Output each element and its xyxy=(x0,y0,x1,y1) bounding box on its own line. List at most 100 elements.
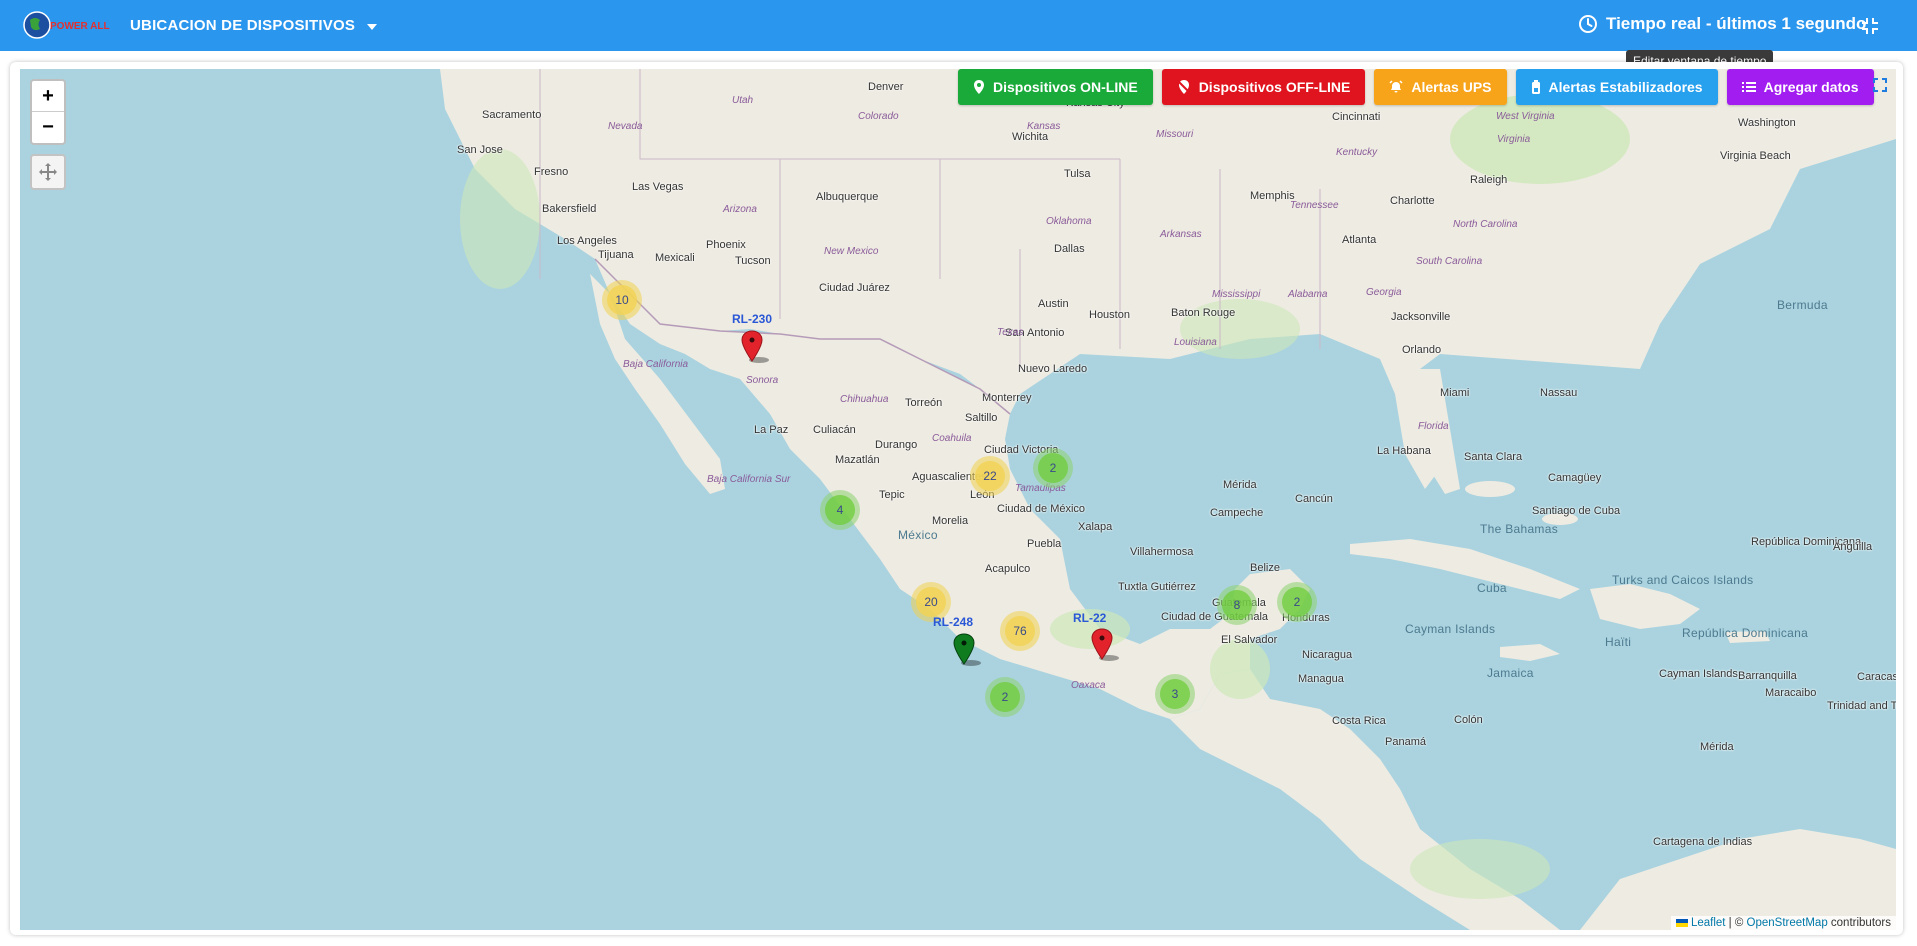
device-marker-label: RL-22 xyxy=(1073,611,1107,625)
city-label: Mérida xyxy=(1700,741,1734,753)
city-label: Cayman Islands xyxy=(1659,668,1738,680)
state-label: Colorado xyxy=(858,111,899,122)
zoom-in-button[interactable]: + xyxy=(32,81,64,111)
page-title-dropdown[interactable]: UBICACION DE DISPOSITIVOS xyxy=(130,17,378,34)
device-cluster[interactable]: 4 xyxy=(820,490,860,530)
exit-fullscreen-button[interactable] xyxy=(1858,14,1882,38)
city-label: Houston xyxy=(1089,309,1130,321)
openstreetmap-link[interactable]: OpenStreetMap xyxy=(1747,917,1828,929)
state-label: Utah xyxy=(732,95,754,106)
city-label: Miami xyxy=(1440,387,1470,399)
state-label: Louisiana xyxy=(1174,337,1217,348)
device-cluster[interactable]: 76 xyxy=(1000,611,1040,651)
country-label: Cuba xyxy=(1477,581,1507,595)
fullscreen-button[interactable] xyxy=(1872,77,1888,93)
city-label: Santiago de Cuba xyxy=(1532,505,1621,517)
collapse-icon xyxy=(1862,18,1878,34)
map-pin-off-icon xyxy=(1176,80,1191,94)
device-cluster[interactable]: 10 xyxy=(602,280,642,320)
city-label: Phoenix xyxy=(706,239,746,251)
device-cluster[interactable]: 22 xyxy=(970,456,1010,496)
city-label: Puebla xyxy=(1027,538,1062,550)
country-label: Jamaica xyxy=(1487,666,1534,680)
city-label: Villahermosa xyxy=(1130,546,1194,558)
leaflet-link[interactable]: Leaflet xyxy=(1691,917,1726,929)
city-label: Nuevo Laredo xyxy=(1018,363,1088,375)
battery-icon xyxy=(1531,80,1540,94)
device-cluster[interactable]: 2 xyxy=(1033,448,1073,488)
city-label: Sacramento xyxy=(482,109,542,121)
clock-icon xyxy=(1579,15,1597,33)
time-window-picker[interactable]: Tiempo real - últimos 1 segundo xyxy=(1578,14,1866,34)
city-label: Durango xyxy=(875,439,918,451)
add-data-button[interactable]: Agregar datos xyxy=(1726,69,1874,105)
city-label: Tepic xyxy=(879,489,905,501)
city-label: Baton Rouge xyxy=(1171,307,1236,319)
device-cluster[interactable]: 8 xyxy=(1217,585,1257,625)
city-label: Albuquerque xyxy=(816,191,879,203)
city-label: Los Angeles xyxy=(557,235,617,247)
city-label: Virginia Beach xyxy=(1720,150,1791,162)
pan-button[interactable] xyxy=(30,154,66,190)
city-label: La Paz xyxy=(754,424,789,436)
state-label: Arizona xyxy=(723,204,757,215)
city-label: Anguilla xyxy=(1833,541,1873,553)
devices-offline-button[interactable]: Dispositivos OFF-LINE xyxy=(1161,69,1366,105)
city-label: Managua xyxy=(1298,673,1344,685)
state-label: Kentucky xyxy=(1336,147,1378,158)
state-label: Florida xyxy=(1418,421,1449,432)
city-label: Charlotte xyxy=(1390,195,1435,207)
time-window-label: Tiempo real - últimos 1 segundo xyxy=(1606,14,1867,33)
cluster-count: 22 xyxy=(975,461,1005,491)
stabilizer-alerts-button[interactable]: Alertas Estabilizadores xyxy=(1515,69,1718,105)
device-marker-label: RL-230 xyxy=(732,312,773,326)
logo-text: POWER ALL xyxy=(50,21,110,32)
state-label: Nevada xyxy=(608,121,643,132)
attribution-suffix: contributors xyxy=(1827,917,1891,929)
ups-alerts-button[interactable]: Alertas UPS xyxy=(1374,69,1507,105)
city-label: Trinidad and Tobago xyxy=(1827,700,1896,712)
state-label: Tennessee xyxy=(1290,200,1339,211)
device-marker-offline[interactable] xyxy=(741,329,769,363)
state-label: Baja California Sur xyxy=(707,474,791,485)
city-label: Tucson xyxy=(735,255,771,267)
button-label: Alertas UPS xyxy=(1411,79,1492,95)
city-label: Tuxtla Gutiérrez xyxy=(1118,581,1196,593)
zoom-control: + − xyxy=(30,79,66,145)
state-label: Oklahoma xyxy=(1046,216,1092,227)
city-label: Cancún xyxy=(1295,493,1333,505)
device-cluster[interactable]: 2 xyxy=(985,677,1025,717)
zoom-out-button[interactable]: − xyxy=(32,112,64,142)
map-pin-icon xyxy=(1091,628,1119,661)
city-label: Raleigh xyxy=(1470,174,1508,186)
alarm-icon xyxy=(1389,80,1403,93)
power-all-logo[interactable]: POWER ALL xyxy=(22,10,114,41)
state-label: Georgia xyxy=(1366,287,1402,298)
state-label: Chihuahua xyxy=(840,394,889,405)
city-label: Torreón xyxy=(905,397,943,409)
country-label: México xyxy=(898,528,938,542)
device-marker-offline[interactable] xyxy=(1091,627,1119,661)
country-label: Haïti xyxy=(1605,635,1632,649)
device-marker-online[interactable] xyxy=(953,632,981,666)
city-label: Xalapa xyxy=(1078,521,1113,533)
city-label: Barranquilla xyxy=(1738,670,1797,682)
city-label: Mazatlán xyxy=(835,454,880,466)
city-label: Atlanta xyxy=(1342,234,1377,246)
caret-down-icon xyxy=(367,23,378,30)
devices-online-button[interactable]: Dispositivos ON-LINE xyxy=(958,69,1153,105)
city-label: Ciudad de México xyxy=(997,503,1086,515)
city-label: Dallas xyxy=(1054,243,1085,255)
map-pin-icon xyxy=(953,633,981,666)
city-label: Las Vegas xyxy=(632,181,684,193)
city-label: Ciudad Juárez xyxy=(819,282,890,294)
state-label: South Carolina xyxy=(1416,256,1483,267)
city-label: Culiacán xyxy=(813,424,856,436)
device-cluster[interactable]: 3 xyxy=(1155,674,1195,714)
map-pin-icon xyxy=(741,330,769,363)
device-cluster[interactable]: 2 xyxy=(1277,582,1317,622)
cluster-count: 4 xyxy=(825,495,855,525)
city-label: San Jose xyxy=(457,144,503,156)
city-label: Memphis xyxy=(1250,190,1295,202)
map-container[interactable]: Denver Kansas City Cincinnati Washington… xyxy=(20,69,1896,930)
